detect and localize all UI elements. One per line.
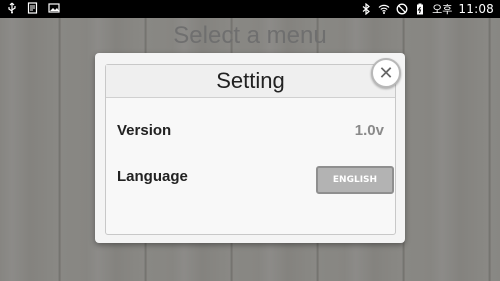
dialog-panel: Setting Version 1.0v Language ENGLISH (105, 64, 396, 235)
status-time: 11:08 (458, 2, 494, 16)
page-title: Select a menu (173, 22, 327, 49)
version-value: 1.0v (354, 122, 384, 139)
language-button[interactable]: ENGLISH (316, 166, 394, 194)
close-icon: ✕ (378, 62, 394, 84)
dialog-title: Setting (106, 65, 395, 98)
status-bar: 오후 11:08 (0, 0, 500, 18)
wifi-icon (378, 3, 390, 15)
battery-icon (414, 3, 426, 15)
settings-dialog: Setting Version 1.0v Language ENGLISH (95, 53, 405, 243)
close-button[interactable]: ✕ (371, 58, 401, 88)
language-label: Language (117, 168, 188, 185)
document-icon (27, 2, 39, 14)
usb-icon (6, 2, 18, 14)
blocked-icon (396, 3, 408, 15)
version-label: Version (117, 122, 172, 139)
image-icon (48, 2, 60, 14)
bluetooth-icon (360, 2, 372, 16)
status-ampm: 오후 (432, 3, 453, 16)
